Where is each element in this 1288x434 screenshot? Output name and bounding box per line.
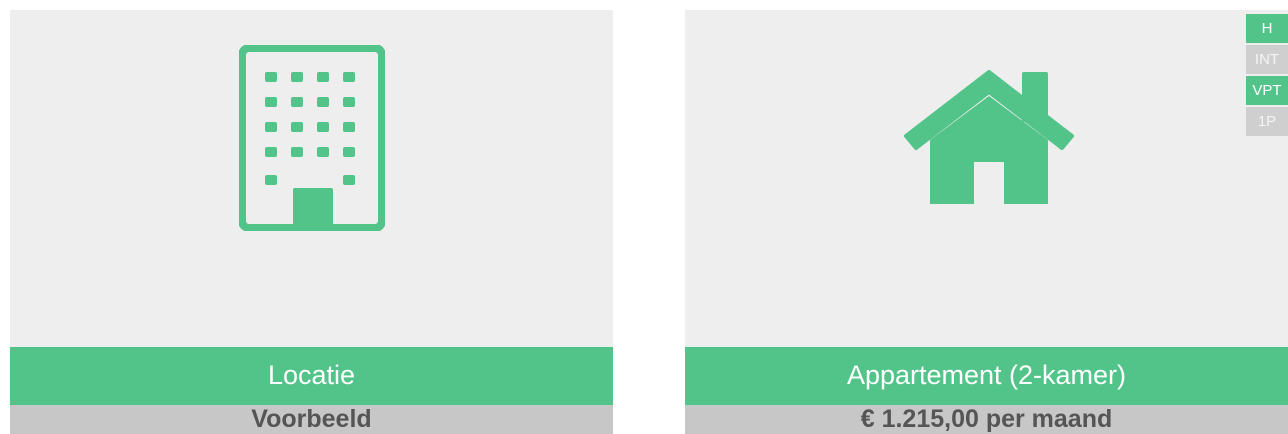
feature-tags: H INT VPT 1P [1246,14,1288,136]
tag-int: INT [1246,45,1288,74]
apartment-card-title: Appartement (2-kamer) [685,346,1288,405]
tag-vpt: VPT [1246,76,1288,105]
location-card-subtitle: Voorbeeld [10,405,613,434]
apartment-card-price: € 1.215,00 per maand [685,405,1288,434]
house-icon [904,70,1074,204]
location-card[interactable]: Locatie Voorbeeld [10,10,613,434]
building-icon [239,45,385,231]
apartment-card[interactable]: Appartement (2-kamer) € 1.215,00 per maa… [685,10,1288,434]
apartment-card-image [685,10,1288,348]
tag-h: H [1246,14,1288,43]
location-card-image [10,10,613,348]
location-card-title: Locatie [10,346,613,405]
tag-1p: 1P [1246,107,1288,136]
